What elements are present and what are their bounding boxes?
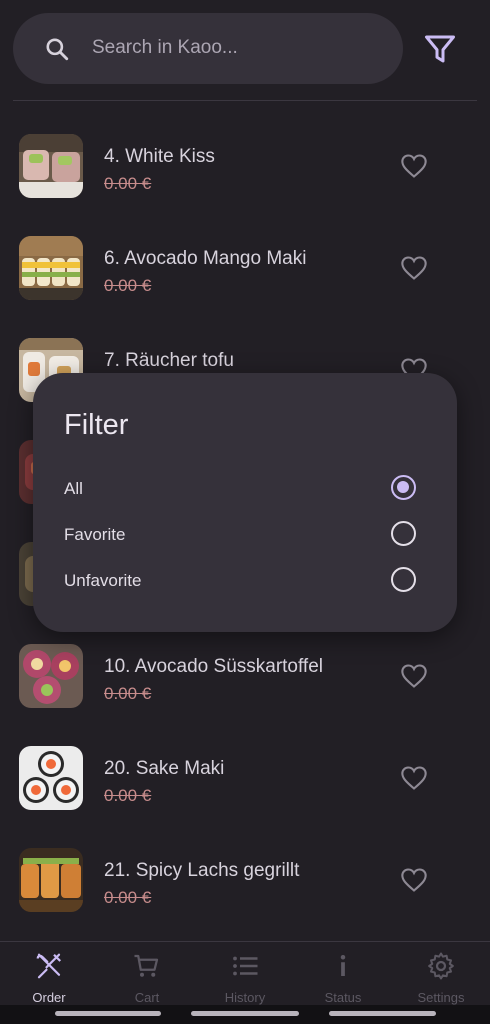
nav-settings[interactable]: Settings xyxy=(392,942,490,1006)
item-name: 7. Räucher tofu xyxy=(104,350,234,371)
nav-order[interactable]: Order xyxy=(0,942,98,1006)
list-item[interactable]: 20. Sake Maki 0.00 € xyxy=(0,743,490,845)
filter-option-favorite[interactable]: Favorite xyxy=(64,525,125,545)
item-price: 0.00 € xyxy=(104,174,152,193)
search-icon xyxy=(46,38,69,61)
item-name: 21. Spicy Lachs gegrillt xyxy=(104,860,300,881)
item-thumbnail xyxy=(19,644,83,708)
radio-all[interactable] xyxy=(391,475,416,500)
heart-icon[interactable] xyxy=(400,765,428,791)
item-thumbnail xyxy=(19,746,83,810)
item-name: 6. Avocado Mango Maki xyxy=(104,248,307,269)
item-price: 0.00 € xyxy=(104,684,152,703)
list-item[interactable]: 21. Spicy Lachs gegrillt 0.00 € xyxy=(0,845,490,947)
item-name: 10. Avocado Süsskartoffel xyxy=(104,656,324,677)
nav-status-label: Status xyxy=(324,990,362,1005)
gesture-pill xyxy=(55,1011,161,1016)
divider xyxy=(13,100,477,101)
cart-icon xyxy=(134,954,159,977)
nav-cart[interactable]: Cart xyxy=(98,942,196,1006)
filter-option-unfavorite[interactable]: Unfavorite xyxy=(64,571,141,591)
nav-history[interactable]: History xyxy=(196,942,294,1006)
dialog-title: Filter xyxy=(64,409,129,441)
heart-icon[interactable] xyxy=(400,255,428,281)
gear-icon xyxy=(428,952,454,980)
item-price: 0.00 € xyxy=(104,786,152,805)
utensils-icon xyxy=(36,953,62,979)
item-thumbnail xyxy=(19,236,83,300)
radio-unfavorite[interactable] xyxy=(391,567,416,592)
nav-history-label: History xyxy=(224,990,266,1005)
heart-icon[interactable] xyxy=(400,867,428,893)
item-name: 4. White Kiss xyxy=(104,146,215,167)
nav-settings-label: Settings xyxy=(417,990,465,1005)
heart-icon[interactable] xyxy=(400,663,428,689)
filter-icon[interactable] xyxy=(422,31,458,67)
nav-cart-label: Cart xyxy=(134,990,160,1005)
info-icon xyxy=(340,955,346,976)
heart-icon[interactable] xyxy=(400,153,428,179)
gesture-pill xyxy=(191,1011,299,1016)
search-bar[interactable]: Search in Kaoo... xyxy=(13,13,403,84)
item-price: 0.00 € xyxy=(104,276,152,295)
item-thumbnail xyxy=(19,134,83,198)
list-item[interactable]: 10. Avocado Süsskartoffel 0.00 € xyxy=(0,641,490,743)
gesture-pill xyxy=(329,1011,436,1016)
bottom-navigation: Order Cart History Status Settings xyxy=(0,941,490,1005)
nav-order-label: Order xyxy=(32,990,66,1005)
item-name: 20. Sake Maki xyxy=(104,758,225,779)
item-price: 0.00 € xyxy=(104,888,152,907)
filter-dialog: Filter All Favorite Unfavorite xyxy=(33,373,457,632)
radio-favorite[interactable] xyxy=(391,521,416,546)
filter-option-all[interactable]: All xyxy=(64,479,83,499)
item-thumbnail xyxy=(19,848,83,912)
nav-status[interactable]: Status xyxy=(294,942,392,1006)
search-input[interactable]: Search in Kaoo... xyxy=(92,37,238,59)
list-item[interactable]: 6. Avocado Mango Maki 0.00 € xyxy=(0,233,490,335)
list-item[interactable]: 4. White Kiss 0.00 € xyxy=(0,131,490,233)
list-icon xyxy=(233,956,258,976)
